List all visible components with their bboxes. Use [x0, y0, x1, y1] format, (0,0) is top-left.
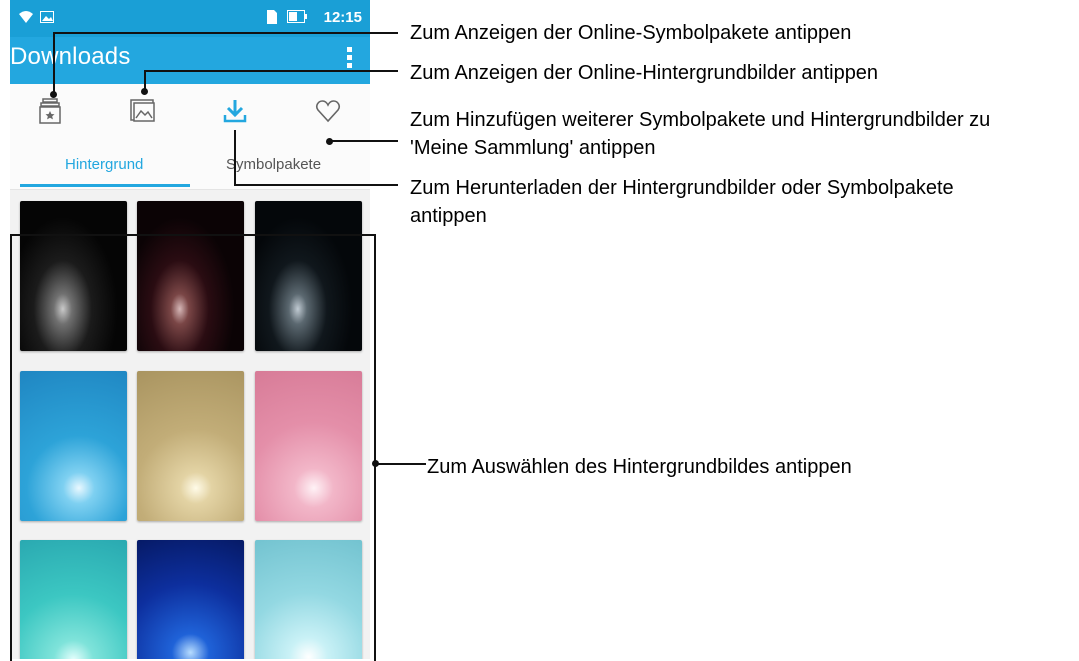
wifi-icon — [18, 10, 34, 29]
sim-icon — [265, 9, 279, 30]
callout-line — [144, 70, 146, 91]
callout-download-line1: Zum Herunterladen der Hintergrundbilder … — [410, 177, 954, 199]
callout-line — [144, 70, 398, 72]
battery-icon — [287, 10, 307, 28]
status-time: 12:15 — [323, 9, 362, 26]
callout-line — [53, 32, 55, 94]
callout-line — [234, 184, 398, 186]
tab-hintergrund[interactable]: Hintergrund — [65, 156, 143, 173]
symbol-pack-icon[interactable] — [35, 96, 65, 126]
more-vert-icon[interactable] — [347, 47, 352, 71]
download-icon[interactable] — [220, 96, 250, 126]
heart-icon[interactable] — [313, 96, 343, 126]
tab-indicator — [20, 184, 190, 187]
callout-select-wallpaper: Zum Auswählen des Hintergrundbildes anti… — [427, 456, 852, 478]
callout-line — [329, 140, 398, 142]
page-title: Downloads — [10, 43, 131, 70]
tab-symbolpakete[interactable]: Symbolpakete — [226, 156, 321, 173]
wallpaper-selection-bracket — [10, 234, 376, 661]
callout-collection-line1: Zum Hinzufügen weiterer Symbolpakete und… — [410, 109, 991, 131]
category-icon-bar — [10, 84, 370, 139]
app-bar: Downloads — [10, 37, 370, 84]
callout-line — [53, 32, 398, 34]
callout-collection-line2: 'Meine Sammlung' antippen — [410, 137, 656, 159]
callout-online-icon-packs: Zum Anzeigen der Online-Symbolpakete ant… — [410, 22, 852, 44]
image-notification-icon — [40, 10, 54, 28]
callout-line — [376, 463, 426, 465]
wallpaper-icon[interactable] — [128, 96, 158, 126]
callout-download-line2: antippen — [410, 205, 487, 227]
tab-bar: Hintergrund Symbolpakete — [10, 139, 370, 190]
callout-online-wallpapers: Zum Anzeigen der Online-Hintergrundbilde… — [410, 62, 879, 84]
callout-line — [234, 130, 236, 186]
